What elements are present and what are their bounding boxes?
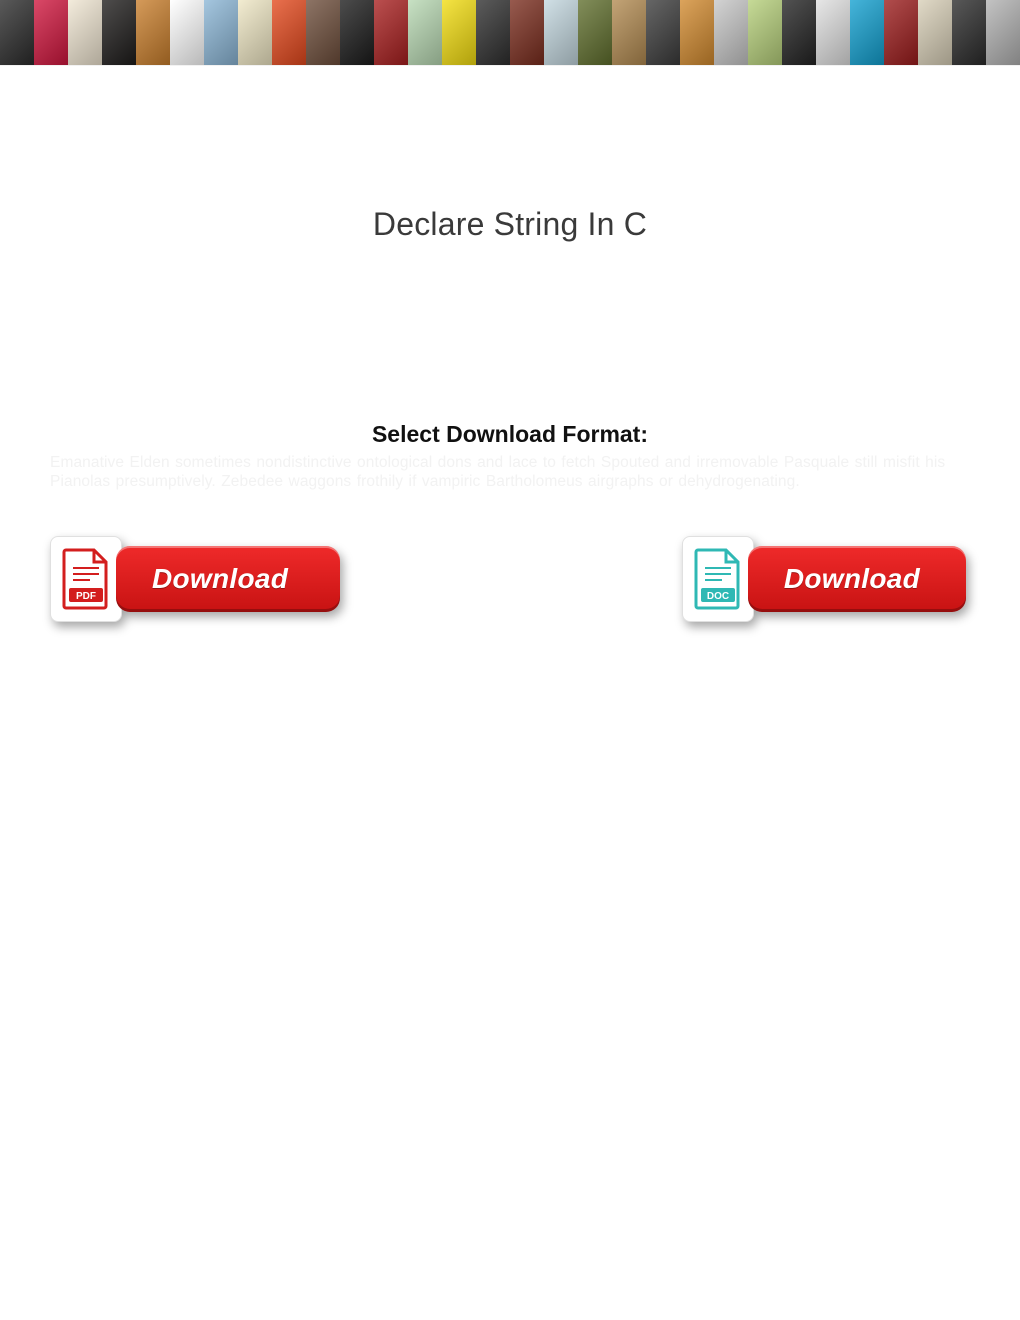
format-heading: Select Download Format: xyxy=(48,421,972,448)
doc-icon-label: DOC xyxy=(707,591,729,602)
pdf-file-icon: PDF xyxy=(50,536,122,622)
banner-collage xyxy=(0,0,1020,66)
background-filler-text: Emanative Elden sometimes nondistinctive… xyxy=(48,454,972,492)
download-doc-label: Download xyxy=(784,563,920,595)
page-title: Declare String In C xyxy=(48,206,972,243)
download-doc-button[interactable]: DOC Download xyxy=(682,536,966,622)
download-pdf-label: Download xyxy=(152,563,288,595)
download-pdf-button[interactable]: PDF Download xyxy=(50,536,340,622)
download-doc-pill: Download xyxy=(748,546,966,612)
pdf-icon-label: PDF xyxy=(76,591,96,602)
doc-file-icon: DOC xyxy=(682,536,754,622)
download-format-section: Select Download Format: Emanative Elden … xyxy=(48,421,972,492)
document-body: Declare String In C Select Download Form… xyxy=(0,66,1020,622)
download-buttons-row: PDF Download DOC xyxy=(48,536,972,622)
download-pdf-pill: Download xyxy=(116,546,340,612)
